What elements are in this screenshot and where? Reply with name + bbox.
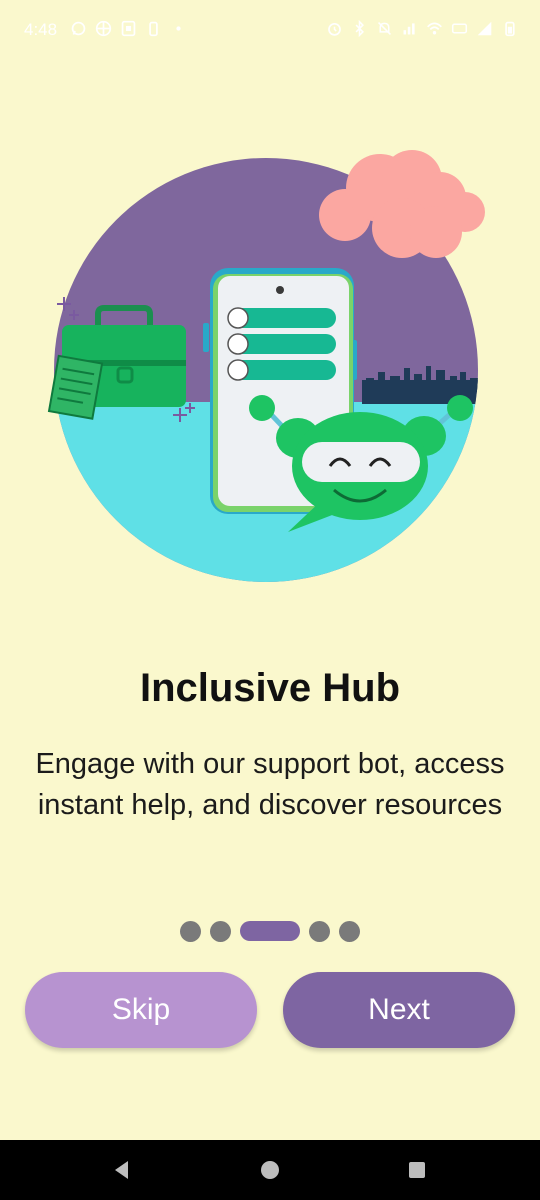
whatsapp-icon (71, 21, 86, 36)
status-time: 4:48 (24, 20, 58, 39)
page-dot-5[interactable] (339, 920, 360, 942)
home-icon[interactable] (258, 1158, 282, 1182)
onboarding-illustration (47, 150, 485, 582)
volte-icon (451, 23, 468, 34)
page-dot-2[interactable] (210, 920, 231, 942)
back-icon[interactable] (110, 1158, 134, 1182)
page-indicator (0, 920, 540, 942)
next-button[interactable]: Next (283, 972, 515, 1048)
browser-icon (95, 20, 112, 37)
page-dot-3-active[interactable] (240, 921, 300, 941)
status-left-icons (70, 20, 187, 37)
system-nav-bar (0, 1140, 540, 1200)
page-title: Inclusive Hub (139, 666, 401, 710)
mute-icon (378, 22, 391, 35)
status-bar: 4:48 (0, 0, 540, 62)
page-description: Engage with our support bot, access inst… (35, 748, 505, 821)
page-dot-1[interactable] (180, 920, 201, 942)
alarm-icon (328, 22, 341, 36)
screenshot-icon (121, 20, 136, 37)
page-dot-4[interactable] (309, 920, 330, 942)
dot-icon (176, 26, 181, 31)
skip-button[interactable]: Skip (25, 972, 257, 1048)
battery-icon (505, 21, 515, 37)
wifi-icon (427, 22, 442, 35)
bluetooth-icon (355, 20, 364, 37)
battery-saver-icon (149, 21, 158, 37)
cell-signal-icon (477, 21, 492, 36)
signal-data-icon (403, 23, 415, 35)
recents-icon[interactable] (405, 1158, 429, 1182)
status-right-icons (326, 20, 518, 37)
